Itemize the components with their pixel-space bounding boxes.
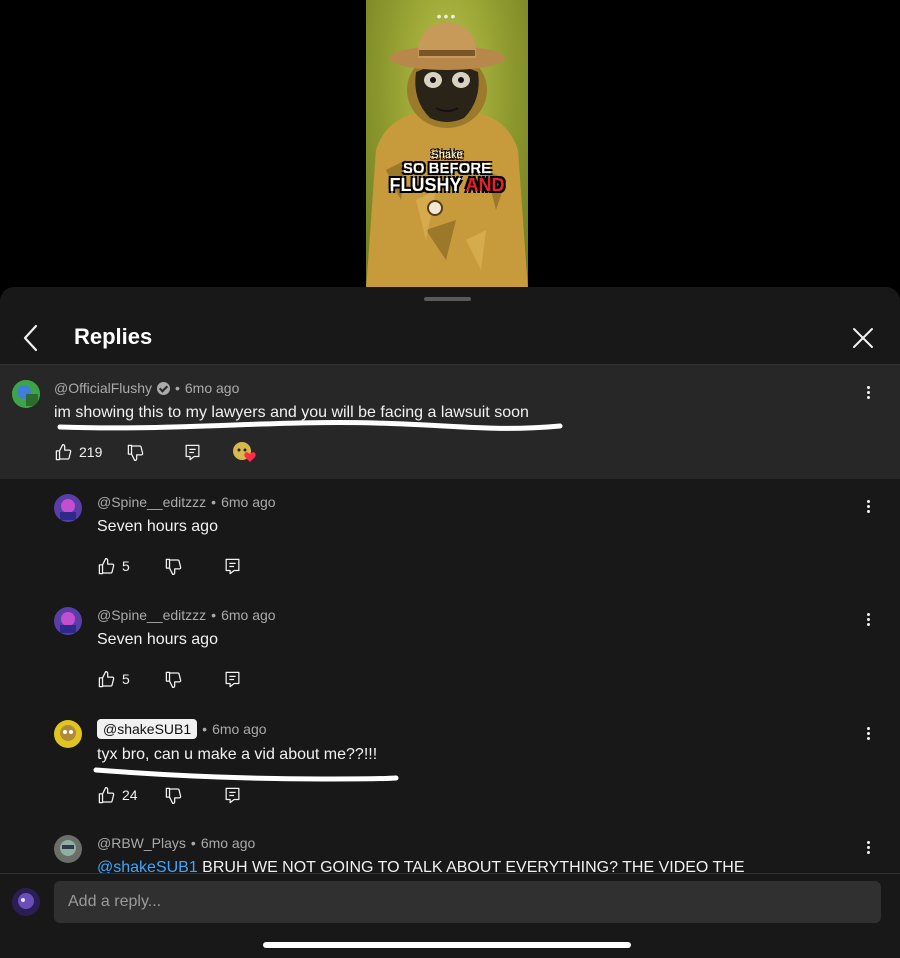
- comment-author[interactable]: @RBW_Plays: [97, 835, 186, 851]
- comment-text: @shakeSUB1 BRUH WE NOT GOING TO TALK ABO…: [97, 859, 745, 873]
- like-count: 5: [122, 671, 130, 687]
- thumbs-up-icon: [98, 786, 115, 803]
- reply-icon[interactable]: [183, 443, 202, 462]
- thumbs-up-icon: [98, 670, 115, 687]
- reply-comment: @RBW_Plays • 6mo ago @shakeSUB1 BRUH WE …: [0, 820, 900, 873]
- avatar[interactable]: [12, 380, 40, 408]
- separator-dot: •: [174, 380, 180, 396]
- separator-dot: •: [202, 721, 208, 737]
- like-count: 219: [79, 444, 103, 460]
- comment-time: 6mo ago: [184, 380, 240, 396]
- avatar-image: [12, 380, 40, 408]
- thumbs-down-icon[interactable]: [164, 786, 183, 805]
- comment-body: BRUH WE NOT GOING TO TALK ABOUT EVERYTHI…: [197, 859, 745, 873]
- avatar[interactable]: [54, 835, 82, 863]
- reply-icon[interactable]: [223, 670, 242, 689]
- comment-meta: @OfficialFlushy • 6mo ago: [54, 380, 239, 396]
- avatar-image: [54, 720, 82, 748]
- comment-author[interactable]: @OfficialFlushy: [54, 380, 152, 396]
- comment-time: 6mo ago: [200, 835, 256, 851]
- reply-comment: @Spine__editzzz • 6mo ago Seven hours ag…: [0, 479, 900, 593]
- reply-comment: @Spine__editzzz • 6mo ago Seven hours ag…: [0, 592, 900, 706]
- drag-handle[interactable]: [424, 297, 471, 301]
- separator-dot: •: [190, 835, 196, 851]
- avatar[interactable]: [54, 494, 82, 522]
- more-options-icon[interactable]: [858, 611, 878, 631]
- verified-icon: [156, 381, 170, 395]
- reply-icon[interactable]: [223, 557, 242, 576]
- avatar: [12, 888, 40, 916]
- comment-meta: @Spine__editzzz • 6mo ago: [97, 494, 276, 510]
- comment-author[interactable]: @Spine__editzzz: [97, 607, 206, 623]
- like-button[interactable]: 219: [54, 443, 102, 462]
- gorilla-character-image: [366, 22, 528, 290]
- comment-author[interactable]: @shakeSUB1: [97, 719, 198, 739]
- comment-text: Seven hours ago: [97, 518, 218, 535]
- comment-meta: @Spine__editzzz • 6mo ago: [97, 607, 276, 623]
- comment-actions: 24: [97, 783, 242, 807]
- mention-link[interactable]: @shakeSUB1: [97, 859, 198, 873]
- comment-text: im showing this to my lawyers and you wi…: [54, 404, 529, 421]
- creator-heart-badge: [232, 441, 257, 463]
- more-options-icon[interactable]: •••: [366, 8, 528, 24]
- avatar-image: [54, 607, 82, 635]
- comment-actions: 5: [97, 554, 242, 578]
- thumbs-down-icon[interactable]: [126, 443, 145, 462]
- reply-comment: @shakeSUB1 • 6mo ago tyx bro, can u make…: [0, 706, 900, 820]
- comment-meta: @RBW_Plays • 6mo ago: [97, 835, 255, 851]
- replies-sheet: Replies @OfficialFlushy • 6mo ago im sho…: [0, 287, 900, 958]
- reply-icon[interactable]: [223, 786, 242, 805]
- more-options-icon[interactable]: [858, 725, 878, 745]
- avatar-image: [54, 835, 82, 863]
- heart-icon: [244, 452, 257, 462]
- video-area: ••• Shake SO BEFORE FLUSHY AND: [0, 0, 900, 290]
- avatar[interactable]: [54, 607, 82, 635]
- comment-text: tyx bro, can u make a vid about me??!!!: [97, 746, 378, 763]
- user-avatar-image: [12, 888, 40, 916]
- page-title: Replies: [74, 324, 153, 349]
- home-indicator[interactable]: [263, 942, 631, 948]
- more-options-icon[interactable]: [858, 384, 878, 404]
- caption-accent: AND: [465, 175, 505, 195]
- comment-time: 6mo ago: [221, 494, 276, 510]
- reply-input[interactable]: [54, 881, 881, 923]
- comment-time: 6mo ago: [221, 607, 276, 623]
- caption-line-1: SO BEFORE: [402, 160, 492, 177]
- avatar[interactable]: [54, 720, 82, 748]
- like-button[interactable]: 5: [97, 557, 130, 576]
- comment-time: 6mo ago: [212, 721, 267, 737]
- like-count: 24: [122, 787, 138, 803]
- video-caption: Shake SO BEFORE FLUSHY AND: [366, 150, 528, 195]
- comment-text: Seven hours ago: [97, 631, 218, 648]
- separator-dot: •: [211, 607, 217, 623]
- close-icon[interactable]: [850, 325, 876, 351]
- comment-author[interactable]: @Spine__editzzz: [97, 494, 206, 510]
- back-arrow-icon[interactable]: [20, 323, 44, 353]
- thumbs-up-icon: [98, 557, 115, 574]
- like-button[interactable]: 24: [97, 786, 138, 805]
- thumbs-down-icon[interactable]: [164, 557, 183, 576]
- avatar-image: [54, 494, 82, 522]
- comment-actions: 219: [54, 440, 257, 464]
- comment-meta: @shakeSUB1 • 6mo ago: [97, 719, 267, 739]
- like-count: 5: [122, 558, 130, 574]
- comment-actions: 5: [97, 667, 242, 691]
- thumbs-down-icon[interactable]: [164, 670, 183, 689]
- like-button[interactable]: 5: [97, 670, 130, 689]
- sheet-header: Replies: [0, 315, 900, 365]
- video-thumbnail[interactable]: ••• Shake SO BEFORE FLUSHY AND: [366, 0, 528, 290]
- thumbs-up-icon: [55, 443, 72, 460]
- more-options-icon[interactable]: [858, 839, 878, 859]
- caption-line-2: FLUSHY: [389, 175, 462, 195]
- more-options-icon[interactable]: [858, 498, 878, 518]
- parent-comment: @OfficialFlushy • 6mo ago im showing thi…: [0, 365, 900, 479]
- separator-dot: •: [211, 494, 217, 510]
